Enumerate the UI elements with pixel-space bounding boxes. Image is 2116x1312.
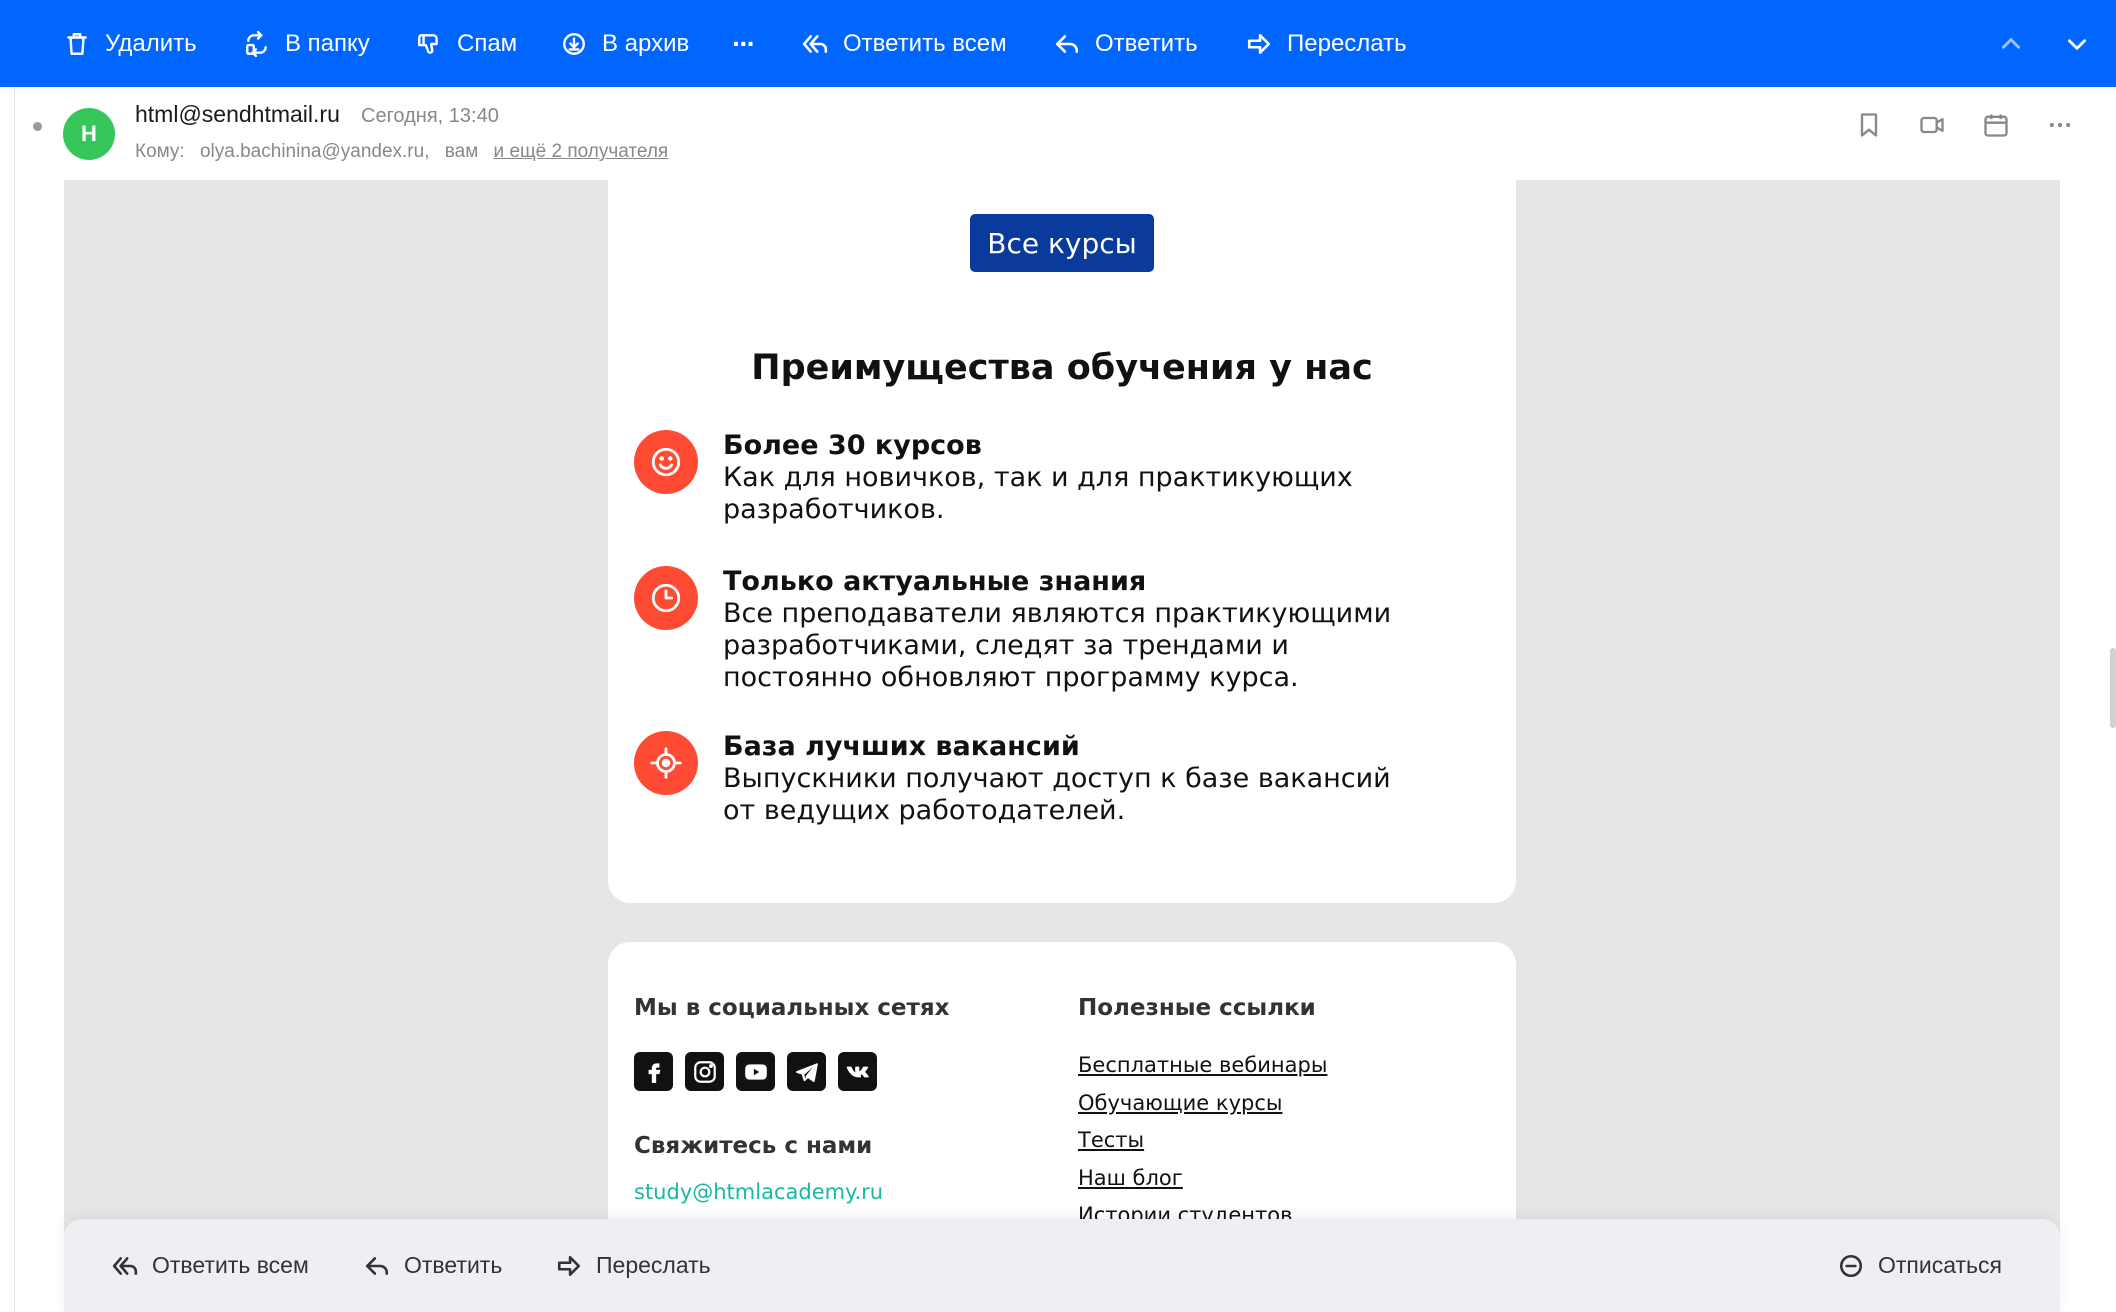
instagram-icon[interactable]: [685, 1052, 724, 1091]
reply-icon: [1055, 34, 1079, 53]
read-status-dot[interactable]: [33, 122, 42, 131]
calendar-icon: [1984, 114, 2008, 137]
clock-icon: [634, 566, 698, 630]
sender-address[interactable]: html@sendhtmail.ru: [135, 101, 340, 128]
useful-links: Бесплатные вебинары Обучающие курсы Тест…: [1078, 1052, 1327, 1240]
links-heading: Полезные ссылки: [1078, 995, 1316, 1021]
recipients-row: Кому: olya.bachinina@yandex.ru, вам и ещ…: [135, 141, 678, 163]
reply-all-button[interactable]: Ответить всем: [802, 0, 1007, 87]
bottom-forward-label: Переслать: [596, 1252, 711, 1278]
message-toolbar: Удалить В папку Спам В архив ··· Ответит…: [0, 0, 2116, 87]
minus-circle-icon: [1839, 1254, 1863, 1277]
smile-icon: [634, 430, 698, 494]
feature-text: Как для новичков, так и для практикующих…: [723, 462, 1353, 525]
archive-label: В архив: [602, 29, 690, 57]
all-courses-button[interactable]: Все курсы: [970, 214, 1154, 272]
delete-label: Удалить: [105, 29, 197, 57]
previous-message-button[interactable]: [1998, 0, 2024, 87]
reply-button[interactable]: Ответить: [1054, 0, 1198, 87]
bottom-reply-button[interactable]: Ответить: [364, 1219, 502, 1312]
feature-title: База лучших вакансий: [723, 731, 1080, 762]
link-courses[interactable]: Обучающие курсы: [1078, 1090, 1327, 1128]
sender-avatar[interactable]: H: [63, 108, 115, 160]
contact-email-link[interactable]: study@htmlacademy.ru: [634, 1180, 883, 1204]
chevron-down-icon: [2068, 38, 2086, 50]
feature-text: Все преподаватели являются практикующими…: [723, 598, 1392, 693]
delete-button[interactable]: Удалить: [64, 0, 197, 87]
link-webinars[interactable]: Бесплатные вебинары: [1078, 1052, 1327, 1090]
more-recipients-link[interactable]: и ещё 2 получателя: [494, 141, 669, 162]
unsubscribe-button[interactable]: Отписаться: [1838, 1219, 2002, 1312]
email-body: Все курсы Преимущества обучения у нас Бо…: [64, 180, 2060, 1312]
video-camera-icon: [1920, 116, 1944, 134]
chevron-up-icon: [2002, 37, 2020, 49]
feature-title: Более 30 курсов: [723, 430, 982, 461]
reply-all-icon: [112, 1256, 138, 1275]
recipient-address[interactable]: olya.bachinina@yandex.ru,: [200, 141, 429, 162]
reply-all-label: Ответить всем: [843, 29, 1007, 57]
reply-icon: [365, 1256, 389, 1275]
forward-icon: [1247, 33, 1271, 54]
archive-button[interactable]: В архив: [561, 0, 689, 87]
bookmark-button[interactable]: [1855, 111, 1883, 139]
video-call-button[interactable]: [1918, 111, 1946, 139]
archive-icon: [563, 32, 585, 55]
unsubscribe-label: Отписаться: [1878, 1252, 2002, 1278]
more-label: ···: [732, 27, 756, 59]
thumbs-down-icon: [418, 33, 438, 54]
more-dots-icon: [2049, 122, 2071, 128]
bottom-reply-all-button[interactable]: Ответить всем: [112, 1219, 309, 1312]
bottom-forward-button[interactable]: Переслать: [556, 1219, 711, 1312]
trash-icon: [67, 32, 87, 55]
bottom-reply-all-label: Ответить всем: [152, 1252, 309, 1278]
spam-label: Спам: [457, 29, 518, 57]
telegram-icon[interactable]: [787, 1052, 826, 1091]
spam-button[interactable]: Спам: [416, 0, 517, 87]
facebook-icon[interactable]: [634, 1052, 673, 1091]
contact-heading: Свяжитесь с нами: [634, 1133, 873, 1159]
message-list-divider: [14, 87, 15, 1312]
advantages-title: Преимущества обучения у нас: [751, 348, 1373, 388]
bookmark-icon: [1860, 113, 1878, 137]
forward-button[interactable]: Переслать: [1246, 0, 1407, 87]
link-blog[interactable]: Наш блог: [1078, 1165, 1327, 1203]
calendar-button[interactable]: [1982, 111, 2010, 139]
youtube-icon[interactable]: [736, 1052, 775, 1091]
forward-icon: [557, 1255, 581, 1276]
more-actions-button[interactable]: ···: [732, 0, 756, 87]
social-icons: [634, 1052, 889, 1091]
bottom-reply-label: Ответить: [404, 1252, 503, 1278]
reply-label: Ответить: [1095, 29, 1198, 57]
feature-text: Выпускники получают доступ к базе ваканс…: [723, 763, 1391, 826]
scrollbar-thumb[interactable]: [2110, 648, 2116, 728]
forward-label: Переслать: [1287, 29, 1407, 57]
recipient-you[interactable]: вам: [445, 141, 479, 162]
move-to-folder-label: В папку: [285, 29, 370, 57]
link-tests[interactable]: Тесты: [1078, 1127, 1327, 1165]
target-icon: [634, 731, 698, 795]
to-label: Кому:: [135, 141, 185, 162]
bottom-action-bar: Ответить всем Ответить Переслать Отписат…: [64, 1219, 2060, 1312]
next-message-button[interactable]: [2064, 0, 2090, 87]
feature-title: Только актуальные знания: [723, 566, 1147, 597]
vk-icon[interactable]: [838, 1052, 877, 1091]
reply-all-icon: [802, 34, 828, 53]
move-to-folder-button[interactable]: В папку: [244, 0, 370, 87]
folder-move-icon: [246, 30, 267, 57]
message-more-button[interactable]: [2046, 111, 2074, 139]
message-date: Сегодня, 13:40: [361, 105, 499, 127]
social-heading: Мы в социальных сетях: [634, 995, 950, 1021]
